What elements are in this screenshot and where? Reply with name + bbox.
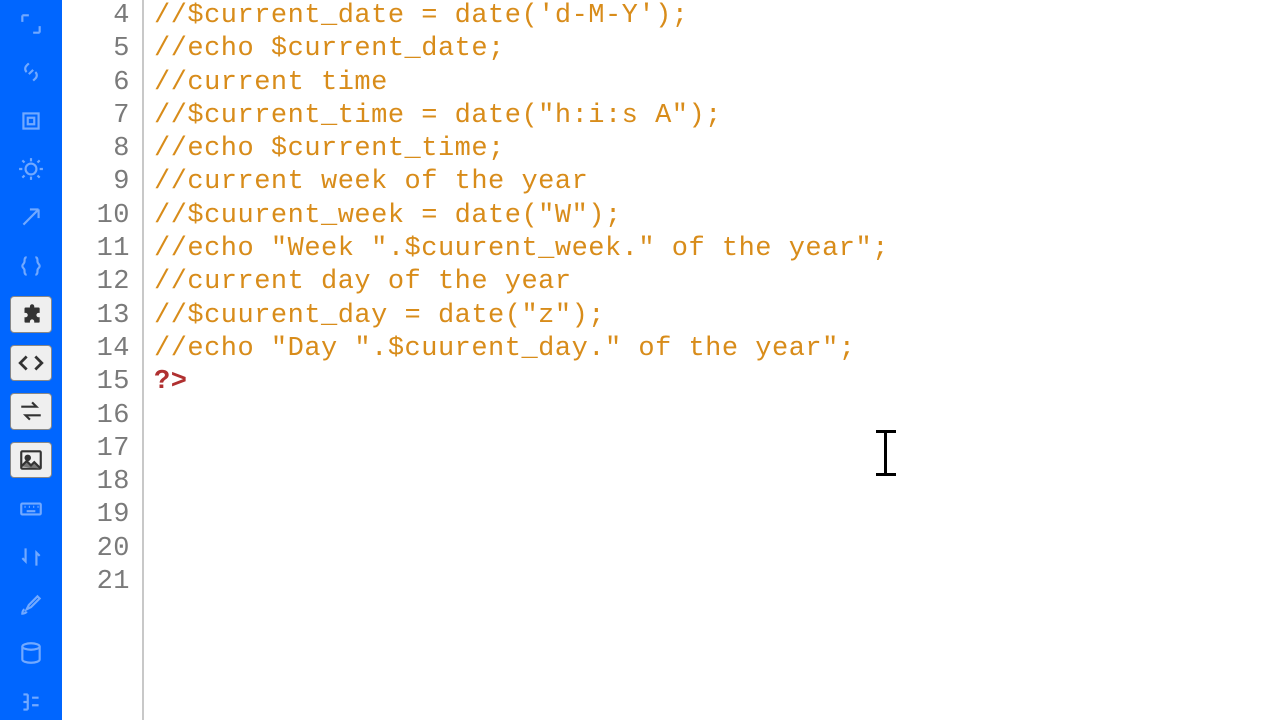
line-number: 7 <box>62 100 130 133</box>
line-number: 11 <box>62 233 130 266</box>
vertical-toolbar <box>0 0 62 720</box>
code-line[interactable]: //$cuurent_day = date("z"); <box>154 300 1280 333</box>
link-icon[interactable] <box>10 54 52 90</box>
code-line[interactable]: //$current_time = date("h:i:s A"); <box>154 100 1280 133</box>
line-number: 21 <box>62 566 130 599</box>
text-cursor <box>884 430 887 476</box>
bug-icon[interactable] <box>10 151 52 187</box>
code-line[interactable]: //$cuurent_week = date("W"); <box>154 200 1280 233</box>
code-line[interactable]: //$current_date = date('d-M-Y'); <box>154 0 1280 33</box>
line-number: 17 <box>62 433 130 466</box>
line-number: 15 <box>62 366 130 399</box>
line-number: 8 <box>62 133 130 166</box>
line-number: 6 <box>62 67 130 100</box>
db-icon[interactable] <box>10 635 52 671</box>
braces-icon[interactable] <box>10 248 52 284</box>
line-number: 20 <box>62 533 130 566</box>
line-number-gutter: 456789101112131415161718192021 <box>62 0 144 720</box>
code-line[interactable]: //echo "Week ".$cuurent_week." of the ye… <box>154 233 1280 266</box>
puzzle-icon[interactable] <box>10 296 52 333</box>
tree-icon[interactable] <box>10 684 52 720</box>
swap-icon[interactable] <box>10 539 52 575</box>
code-line[interactable]: //echo $current_time; <box>154 133 1280 166</box>
brush-icon[interactable] <box>10 587 52 623</box>
code-line[interactable]: //current week of the year <box>154 166 1280 199</box>
code-line[interactable]: //current day of the year <box>154 266 1280 299</box>
line-number: 4 <box>62 0 130 33</box>
line-number: 12 <box>62 266 130 299</box>
image-icon[interactable] <box>10 442 52 479</box>
code-line[interactable]: //echo "Day ".$cuurent_day." of the year… <box>154 333 1280 366</box>
transfer-icon[interactable] <box>10 393 52 430</box>
code-icon[interactable] <box>10 345 52 382</box>
line-number: 19 <box>62 499 130 532</box>
code-line[interactable]: ?> <box>154 366 1280 399</box>
code-line[interactable]: //current time <box>154 67 1280 100</box>
line-number: 10 <box>62 200 130 233</box>
line-number: 13 <box>62 300 130 333</box>
keyboard-icon[interactable] <box>10 490 52 526</box>
line-number: 9 <box>62 166 130 199</box>
code-line[interactable]: //echo $current_date; <box>154 33 1280 66</box>
line-number: 14 <box>62 333 130 366</box>
line-number: 16 <box>62 400 130 433</box>
line-number: 18 <box>62 466 130 499</box>
arrow-icon[interactable] <box>10 199 52 235</box>
code-editor[interactable]: //$current_date = date('d-M-Y');//echo $… <box>144 0 1280 720</box>
expand-icon[interactable] <box>10 6 52 42</box>
line-number: 5 <box>62 33 130 66</box>
collapse-icon[interactable] <box>10 103 52 139</box>
